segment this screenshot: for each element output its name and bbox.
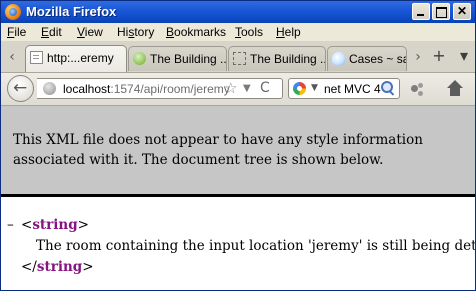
- url-history-dropdown[interactable]: ▼: [243, 79, 251, 98]
- menu-tools[interactable]: Tools: [235, 25, 263, 39]
- globe-icon[interactable]: [43, 82, 56, 95]
- tab-label: http:...eremy: [47, 51, 114, 65]
- home-icon[interactable]: [445, 79, 465, 99]
- search-bar[interactable]: ▼ net MVC 4: [288, 78, 400, 99]
- firefox-icon[interactable]: [5, 4, 21, 20]
- bookmark-star-icon[interactable]: ☆: [224, 79, 237, 98]
- tab-cases[interactable]: Cases ~ sal: [327, 46, 407, 71]
- window-title: Mozilla Firefox: [26, 4, 117, 19]
- maximize-button[interactable]: [432, 3, 450, 20]
- browser-window: Mozilla Firefox ✕ File Edit View History…: [0, 0, 476, 291]
- tab-label: The Building ...: [150, 52, 227, 66]
- collapse-toggle[interactable]: –: [7, 215, 14, 236]
- menu-history[interactable]: History: [117, 25, 154, 39]
- search-engine-dropdown[interactable]: ▼: [311, 79, 318, 98]
- menu-file[interactable]: File: [7, 25, 26, 39]
- menu-view[interactable]: View: [77, 25, 103, 39]
- tab-strip: ‹ http:...eremy The Building ... The Bui…: [1, 41, 475, 73]
- back-button[interactable]: ←: [7, 75, 34, 102]
- back-arrow-icon: ←: [13, 78, 28, 98]
- menu-bar: File Edit View History Bookmarks Tools H…: [1, 23, 475, 41]
- url-bar[interactable]: localhost:1574/api/room/jeremy ☆ ▼ C: [37, 78, 283, 99]
- tab-label: The Building ...: [250, 52, 326, 66]
- tab-the-building-2[interactable]: The Building ...: [228, 46, 326, 71]
- addon-icon[interactable]: [409, 81, 427, 97]
- xml-notice-text: This XML file does not appear to have an…: [13, 132, 423, 168]
- xml-open-tag: <string>: [21, 217, 89, 233]
- xml-text-node: The room containing the input location '…: [36, 238, 476, 254]
- chat-icon: [133, 52, 146, 65]
- menu-bookmarks[interactable]: Bookmarks: [166, 25, 226, 39]
- tab-scroll-right-button[interactable]: ›: [411, 49, 425, 65]
- list-all-tabs-button[interactable]: ▾: [456, 47, 472, 65]
- search-magnifier-icon[interactable]: [380, 80, 396, 96]
- url-host: localhost: [63, 82, 111, 96]
- tab-localhost[interactable]: http:...eremy: [25, 45, 127, 72]
- xml-notice-banner: This XML file does not appear to have an…: [1, 106, 475, 194]
- menu-edit[interactable]: Edit: [41, 25, 62, 39]
- search-input[interactable]: net MVC 4: [324, 82, 381, 96]
- tab-label: Cases ~ sal: [349, 52, 407, 66]
- cloud-icon: [332, 52, 345, 65]
- reload-icon[interactable]: C: [260, 79, 270, 98]
- url-path: :1574/api/room/jeremy: [110, 82, 230, 96]
- xml-close-tag: </string>: [21, 259, 94, 275]
- title-bar[interactable]: Mozilla Firefox ✕: [1, 1, 475, 23]
- tab-the-building-1[interactable]: The Building ...: [128, 46, 227, 71]
- tag-name: string: [36, 259, 83, 275]
- dotted-page-icon: [233, 52, 246, 65]
- google-icon[interactable]: [293, 82, 306, 95]
- page-content: This XML file does not appear to have an…: [1, 106, 475, 290]
- page-icon: [30, 51, 43, 64]
- url-text[interactable]: localhost:1574/api/room/jeremy: [63, 82, 230, 96]
- minimize-button[interactable]: [412, 3, 430, 20]
- new-tab-button[interactable]: +: [431, 47, 447, 65]
- navigation-bar: ← localhost:1574/api/room/jeremy ☆ ▼ C ▼…: [1, 73, 475, 106]
- tab-scroll-left-button[interactable]: ‹: [5, 49, 19, 65]
- close-button[interactable]: ✕: [453, 3, 471, 20]
- divider: [1, 194, 475, 197]
- tag-name: string: [32, 217, 78, 233]
- menu-help[interactable]: Help: [276, 25, 301, 39]
